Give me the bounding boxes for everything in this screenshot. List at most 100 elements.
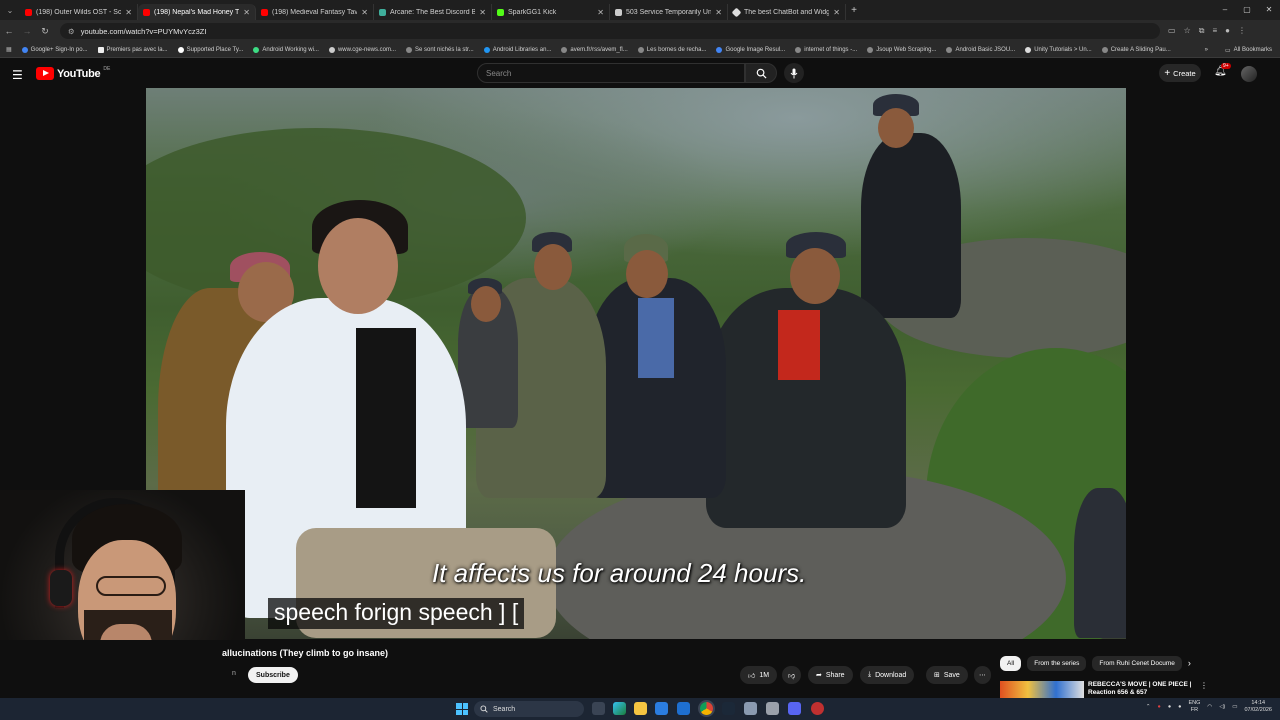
tab-close-icon[interactable]: ✕ (243, 8, 250, 17)
cast-icon[interactable]: ▭ (1168, 26, 1176, 36)
battery-icon[interactable]: ▭ (1232, 704, 1237, 710)
chip-all[interactable]: All (1000, 656, 1022, 671)
more-actions-button[interactable]: ⋯ (974, 666, 991, 684)
browser-tab[interactable]: SparkGG1 Kick ✕ (492, 4, 610, 20)
discord-icon[interactable] (788, 702, 801, 715)
save-button[interactable]: ⊞ Save (926, 666, 968, 684)
obs-icon[interactable] (811, 702, 824, 715)
apps-icon[interactable]: ▦ (6, 46, 12, 53)
recommended-video[interactable]: REBECCA'S MOVE | ONE PIECE | Reaction 65… (1000, 681, 1208, 698)
chevron-right-icon[interactable]: › (1188, 656, 1191, 671)
bookmark-label: www.cge-news.com... (337, 46, 396, 53)
bookmark-item[interactable]: Google Image Resul... (716, 46, 785, 53)
bookmark-item[interactable]: Jsoup Web Scraping... (867, 46, 936, 53)
bookmark-item[interactable]: Unity Tutorials > Un... (1025, 46, 1092, 53)
tab-close-icon[interactable]: ✕ (125, 8, 132, 17)
chevron-up-icon[interactable]: ⌃ (1146, 704, 1151, 710)
hamburger-menu-icon[interactable]: ☰ (12, 68, 23, 82)
new-tab-icon[interactable]: + (846, 5, 862, 16)
subscribe-button[interactable]: Subscribe (248, 667, 298, 683)
tab-close-icon[interactable]: ✕ (479, 8, 486, 17)
bookmark-item[interactable]: Android Working wi... (253, 46, 319, 53)
back-icon[interactable]: ← (0, 26, 18, 36)
mail-icon[interactable] (677, 702, 690, 715)
app-tray-icon[interactable]: ● (1168, 704, 1171, 710)
bookmark-item[interactable]: Les bornes de recha... (637, 46, 706, 53)
tab-close-icon[interactable]: ✕ (361, 8, 368, 17)
media-icon[interactable]: ≡ (1212, 26, 1217, 36)
bookmark-item[interactable]: www.cge-news.com... (328, 46, 396, 53)
search-button[interactable] (745, 63, 777, 83)
save-icon: ⊞ (934, 672, 940, 679)
wifi-icon[interactable]: ◠ (1207, 704, 1212, 710)
bookmark-item[interactable]: Premiers pas avec la... (97, 46, 168, 53)
forward-icon[interactable]: → (18, 26, 36, 36)
clock[interactable]: 14:14 07/02/2026 (1244, 700, 1272, 714)
youtube-logo[interactable]: YouTube DE (36, 66, 110, 80)
chip-from-channel[interactable]: From Ruhi Cenet Docume (1092, 656, 1182, 671)
like-button[interactable]: 👍︎ 1M (740, 666, 778, 684)
steam-icon[interactable] (722, 702, 735, 715)
browser-tab[interactable]: (198) Outer Wilds OST - Sound✕ (20, 4, 138, 20)
voice-search-button[interactable] (784, 63, 804, 83)
bookmark-item[interactable]: Google+ Sign-In po... (21, 46, 88, 53)
tab-title: (198) Medieval Fantasy Tavern (272, 8, 358, 16)
dislike-button[interactable]: 👎︎ (782, 666, 802, 684)
app-icon[interactable] (766, 702, 779, 715)
globe-icon (1101, 46, 1108, 53)
bookmark-item[interactable]: avem.fr/rss/avem_fl... (561, 46, 628, 53)
all-bookmarks[interactable]: » ▭ All Bookmarks (1198, 42, 1272, 57)
task-view-icon[interactable] (592, 702, 605, 715)
search-icon (756, 68, 767, 79)
tab-close-icon[interactable]: ✕ (597, 8, 604, 17)
like-count: 1M (759, 671, 770, 679)
app-tray-icon[interactable]: ● (1178, 704, 1181, 710)
store-icon[interactable] (655, 702, 668, 715)
browser-tab-active[interactable]: (198) Nepal's Mad Honey Thai ✕ (138, 4, 256, 20)
bookmark-item[interactable]: Create A Sliding Pau... (1101, 46, 1171, 53)
chip-from-series[interactable]: From the series (1027, 656, 1087, 671)
volume-icon[interactable]: ◁) (1219, 704, 1225, 710)
account-avatar[interactable] (1241, 66, 1257, 82)
bookmark-item[interactable]: internet of things -... (795, 46, 857, 53)
app-icon[interactable] (744, 702, 757, 715)
tab-title: (198) Nepal's Mad Honey Thai (154, 8, 240, 16)
create-button[interactable]: + Create (1159, 64, 1201, 82)
browser-tab[interactable]: The best ChatBot and Widgets✕ (728, 4, 846, 20)
url-field[interactable]: ⚙ youtube.com/watch?v=PUYMvYcz3ZI (60, 23, 1160, 39)
menu-icon[interactable]: ⋮ (1238, 26, 1246, 36)
site-info-icon[interactable]: ⚙ (68, 27, 75, 36)
globe-icon (561, 46, 568, 53)
video-player[interactable]: It affects us for around 24 hours. speec… (146, 88, 1126, 639)
browser-tab[interactable]: (198) Medieval Fantasy Tavern✕ (256, 4, 374, 20)
more-vert-icon[interactable]: ⋮ (1200, 681, 1208, 698)
download-button[interactable]: ⤓ Download (860, 666, 915, 684)
bookmark-item[interactable]: Android Libraries an... (483, 46, 551, 53)
search-input[interactable]: Search (477, 63, 745, 83)
file-explorer-icon[interactable] (634, 702, 647, 715)
windows-start-icon[interactable] (456, 703, 468, 715)
share-button[interactable]: ➦ Share (808, 666, 853, 684)
app-tray-icon[interactable]: ● (1157, 704, 1160, 710)
search-icon (480, 705, 488, 713)
tab-close-icon[interactable]: ✕ (833, 8, 840, 17)
close-window-icon[interactable]: ✕ (1258, 0, 1280, 20)
bookmark-item[interactable]: Supported Place Ty... (177, 46, 243, 53)
browser-tab[interactable]: 503 Service Temporarily Unava✕ (610, 4, 728, 20)
bookmark-star-icon[interactable]: ☆ (1184, 26, 1191, 36)
maximize-icon[interactable]: ▢ (1236, 0, 1258, 20)
reload-icon[interactable]: ↻ (36, 26, 54, 37)
edge-icon[interactable] (613, 702, 626, 715)
chrome-icon[interactable] (700, 702, 713, 715)
channel-name-fragment[interactable]: n (232, 670, 236, 677)
minimize-icon[interactable]: – (1214, 0, 1236, 20)
bookmark-item[interactable]: Se sont nichés la str... (406, 46, 474, 53)
extensions-icon[interactable]: ⧉ (1199, 26, 1205, 36)
language-indicator[interactable]: ENG FR (1188, 700, 1200, 714)
tab-close-icon[interactable]: ✕ (715, 8, 722, 17)
tab-search-icon[interactable]: ⌄ (0, 0, 20, 20)
profile-icon[interactable]: ● (1225, 26, 1230, 36)
browser-tab[interactable]: Arcane: The Best Discord Bot ✕ (374, 4, 492, 20)
bookmark-item[interactable]: Android Basic JSOU... (946, 46, 1015, 53)
taskbar-search[interactable]: Search (474, 701, 584, 717)
